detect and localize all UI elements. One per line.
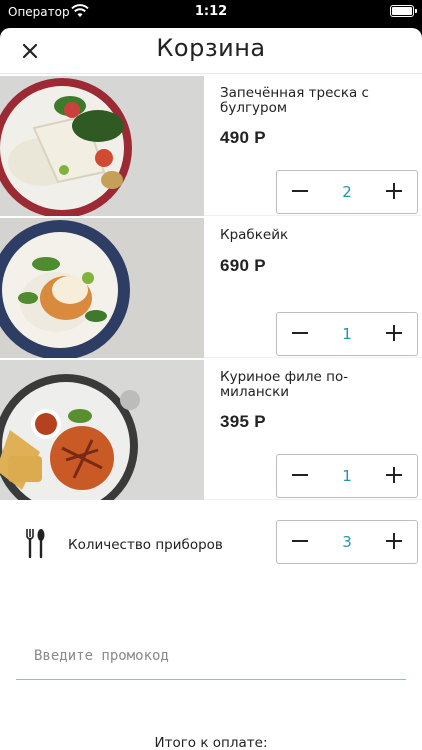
minus-icon[interactable] bbox=[289, 322, 311, 344]
page-title: Корзина bbox=[156, 34, 266, 62]
quantity-stepper: 1 bbox=[276, 454, 418, 498]
cutlery-label: Количество приборов bbox=[68, 537, 223, 553]
status-bar: Оператор 1:12 bbox=[0, 0, 422, 24]
dish-name: Крабкейк bbox=[220, 227, 289, 243]
quantity-stepper: 2 bbox=[276, 170, 418, 214]
dish-name: Запечённая треска с булгуром bbox=[220, 85, 369, 116]
cutlery-icon bbox=[26, 529, 45, 558]
cutlery-row: Количество приборов 3 bbox=[0, 500, 422, 586]
clock: 1:12 bbox=[194, 4, 228, 19]
dish-photo-crabcake bbox=[0, 218, 204, 358]
battery-icon bbox=[390, 5, 417, 17]
promo-field bbox=[16, 628, 406, 680]
quantity-value: 2 bbox=[342, 183, 352, 201]
dish-price: 395 Р bbox=[220, 412, 266, 431]
cart-item: Крабкейк 690 Р 1 bbox=[0, 216, 422, 358]
plus-icon[interactable] bbox=[383, 530, 405, 552]
quantity-value: 1 bbox=[342, 467, 352, 485]
dish-price: 690 Р bbox=[220, 256, 266, 275]
promo-input[interactable] bbox=[16, 644, 406, 668]
minus-icon[interactable] bbox=[289, 530, 311, 552]
cutlery-stepper: 3 bbox=[276, 520, 418, 564]
quantity-stepper: 1 bbox=[276, 312, 418, 356]
quantity-value: 1 bbox=[342, 325, 352, 343]
dish-name: Куриное филе по-милански bbox=[220, 369, 349, 400]
total-label: Итого к оплате: bbox=[154, 735, 268, 750]
dish-photo-chicken bbox=[0, 360, 204, 500]
plus-icon[interactable] bbox=[383, 464, 405, 486]
header: Корзина bbox=[0, 28, 422, 74]
minus-icon[interactable] bbox=[289, 464, 311, 486]
cart-sheet: Корзина Запечённая треска с булгуром 490… bbox=[0, 28, 422, 750]
cart-item: Куриное филе по-милански 395 Р 1 bbox=[0, 358, 422, 500]
quantity-value: 3 bbox=[342, 533, 352, 551]
cart-item: Запечённая треска с булгуром 490 Р 2 bbox=[0, 74, 422, 216]
minus-icon[interactable] bbox=[289, 180, 311, 202]
plus-icon[interactable] bbox=[383, 180, 405, 202]
dish-price: 490 Р bbox=[220, 128, 266, 147]
plus-icon[interactable] bbox=[383, 322, 405, 344]
dish-photo-cod bbox=[0, 76, 204, 216]
